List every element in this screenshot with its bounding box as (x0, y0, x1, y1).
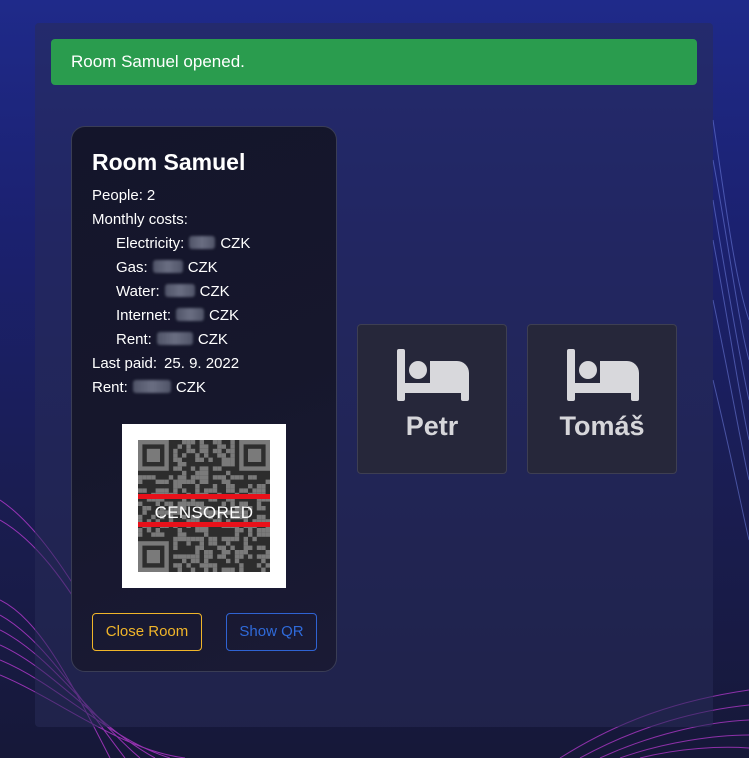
person-card-tomas[interactable]: Tomáš (527, 324, 677, 474)
show-qr-button[interactable]: Show QR (226, 613, 317, 651)
redacted-value (156, 332, 193, 345)
cost-row-electricity: Electricity: CZK (116, 235, 250, 253)
cost-row-internet: Internet: CZK (116, 307, 239, 325)
cost-label: Electricity: (116, 235, 185, 252)
last-paid-label: Last paid: (92, 355, 158, 372)
redacted-value (189, 236, 216, 249)
rent-label: Rent: (92, 379, 128, 396)
monthly-costs-label: Monthly costs: (92, 211, 188, 228)
cost-currency: CZK (197, 331, 228, 348)
people-label: People: (92, 187, 143, 204)
qr-censored-label: CENSORED (154, 503, 254, 522)
cost-currency: CZK (187, 259, 218, 276)
person-name: Petr (405, 411, 459, 441)
person-name: Tomáš (559, 411, 645, 441)
bed-icon (567, 349, 639, 401)
redacted-value (132, 380, 171, 393)
last-paid-row: Last paid: 25. 9. 2022 (92, 355, 239, 373)
redacted-value (152, 260, 183, 273)
qr-code: CENSORED (122, 424, 286, 588)
cost-row-water: Water: CZK (116, 283, 230, 301)
room-card: Room Samuel People: 2 Monthly costs: Elec… (71, 126, 337, 672)
cost-currency: CZK (209, 307, 240, 324)
cost-label: Internet: (116, 307, 172, 324)
cost-currency: CZK (220, 235, 251, 252)
cost-label: Gas: (116, 259, 148, 276)
rent-row: Rent: CZK (92, 379, 206, 397)
qr-image: CENSORED (138, 440, 270, 572)
people-row: People: 2 (92, 187, 155, 205)
rent-currency: CZK (175, 379, 206, 396)
cost-label: Water: (116, 283, 160, 300)
room-title: Room Samuel (92, 149, 246, 175)
bed-icon (397, 349, 469, 401)
success-alert: Room Samuel opened. (51, 39, 697, 85)
last-paid-value: 25. 9. 2022 (164, 355, 240, 372)
redacted-value (176, 308, 205, 321)
people-value: 2 (146, 187, 156, 204)
cost-row-rent: Rent: CZK (116, 331, 228, 349)
person-card-petr[interactable]: Petr (357, 324, 507, 474)
redacted-value (164, 284, 195, 297)
cost-currency: CZK (199, 283, 230, 300)
censor-bar-top (138, 494, 270, 499)
close-room-button[interactable]: Close Room (92, 613, 202, 651)
cost-label: Rent: (116, 331, 152, 348)
cost-row-gas: Gas: CZK (116, 259, 218, 277)
